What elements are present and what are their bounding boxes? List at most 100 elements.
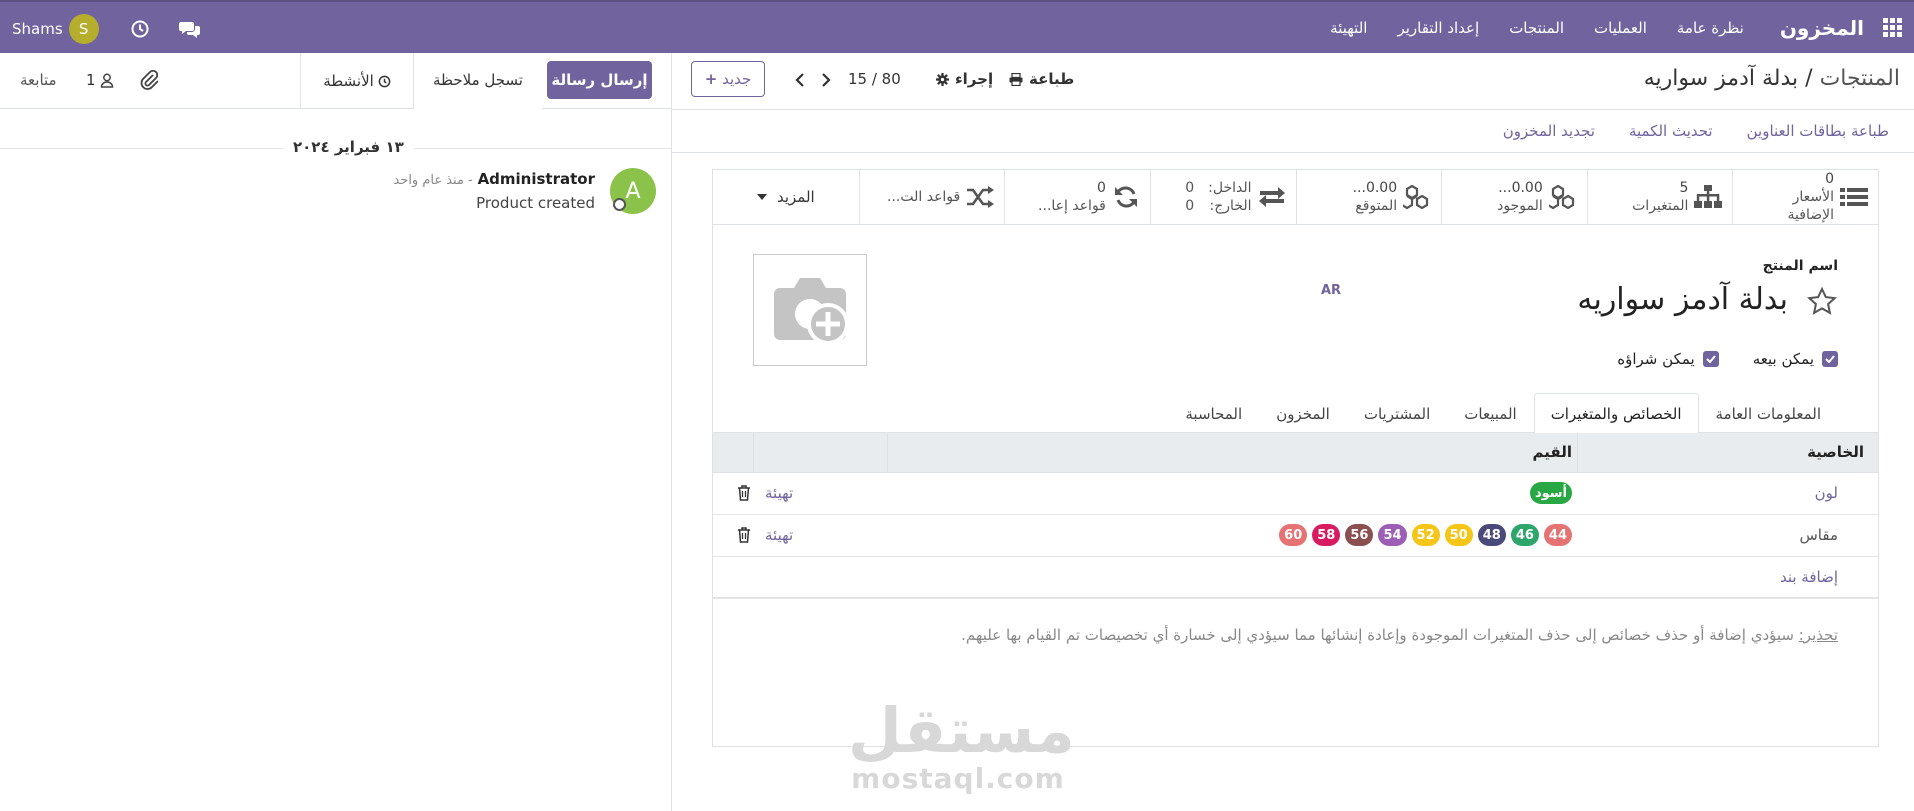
action-button[interactable]: إجراء [936,70,993,88]
warning-prefix: تحذير: [1798,626,1838,644]
user-avatar[interactable]: S [68,14,99,44]
paperclip-icon[interactable] [140,69,158,91]
message-time: - منذ عام واحد [393,173,473,188]
routes-button[interactable]: قواعد الت... [858,170,1005,224]
message-author[interactable]: Administrator [478,170,595,188]
new-label: جديد [722,70,752,88]
replenish-button[interactable]: تجديد المخزون [1503,122,1595,140]
print-label: طباعة [1029,70,1075,88]
menu-overview[interactable]: نظرة عامة [1677,19,1744,37]
attribute-name[interactable]: لون [1815,484,1838,502]
configure-button[interactable]: تهيئة [765,484,793,502]
tab-general-info[interactable]: المعلومات العامة [1699,393,1838,433]
value-tag[interactable]: 48 [1477,524,1506,546]
checkbox-checked-icon [1702,351,1719,367]
apps-grid-icon[interactable] [1882,17,1902,38]
navbar-systray: Shams S [12,14,201,44]
value-tag[interactable]: 52 [1411,524,1440,546]
refresh-icon [1114,186,1137,208]
col-attribute[interactable]: الخاصية [1807,443,1864,461]
table-row[interactable]: مقاس 44 46 48 50 52 54 56 58 60 تهيئة [713,515,1878,557]
star-icon[interactable] [1806,286,1838,318]
menu-reporting[interactable]: إعداد التقارير [1397,19,1479,37]
in-value: 0 [1185,180,1195,196]
translate-button[interactable]: AR [1321,283,1341,298]
trash-icon[interactable] [737,485,751,501]
can-be-purchased-checkbox[interactable]: يمكن شراؤه [1617,350,1719,368]
tab-sales[interactable]: المبيعات [1447,393,1533,433]
reordering-rules-button[interactable]: 0 قواعد إعا... [1004,170,1150,224]
list-icon [1840,188,1868,206]
more-button[interactable]: المزيد [713,170,859,224]
menu-products[interactable]: المنتجات [1509,19,1564,37]
chat-icon[interactable] [178,18,201,40]
on-hand-button[interactable]: 0.00... الموجود [1441,170,1587,224]
tab-inventory[interactable]: المخزون [1259,393,1347,433]
plus-icon: + [704,70,718,88]
watermark-latin: mostaql.com [851,762,1065,795]
can-be-sold-checkbox[interactable]: يمكن بيعه [1753,350,1838,368]
menu-operations[interactable]: العمليات [1594,19,1647,37]
value-tag[interactable]: 46 [1510,524,1539,546]
activities-button[interactable]: الأنشطة [300,53,414,109]
configure-button[interactable]: تهيئة [765,526,793,544]
value-tag[interactable]: 50 [1444,524,1473,546]
value-tag[interactable]: أسود [1529,482,1572,504]
product-name-field[interactable]: بدلة آدمز سواريه [1577,282,1788,317]
forecasted-button[interactable]: 0.00... المتوقع [1295,170,1442,224]
attribute-values: أسود [1529,482,1572,504]
pager-value[interactable]: 15 / 80 [848,70,901,88]
variants-button[interactable]: 5 المتغيرات [1586,170,1733,224]
activities-label: الأنشطة [323,72,374,90]
print-button[interactable]: طباعة [1009,70,1074,88]
caret-down-icon [756,194,767,200]
warning-text: سيؤدي إضافة أو حذف خصائص إلى حذف المتغير… [961,626,1794,644]
chevron-left-icon[interactable] [790,68,810,92]
top-navbar: Shams S المخزون نظرة عامة العمليات المنت… [0,0,1914,53]
chevron-right-icon[interactable] [816,68,836,92]
add-line-row: إضافة بند [713,557,1878,599]
trash-icon[interactable] [737,527,751,543]
message-header: Administrator - منذ عام واحد [393,170,595,188]
value-tag[interactable]: 58 [1312,524,1341,546]
update-quantity-button[interactable]: تحديث الكمية [1629,122,1713,140]
value-tag[interactable]: 44 [1543,524,1572,546]
navbar-menu: المخزون نظرة عامة العمليات المنتجات إعدا… [1300,2,1902,53]
forecasted-value: 0.00... [1352,180,1398,196]
reorder-rules-value: 0 [1096,180,1106,196]
date-separator-label: ١٣ فبراير ٢٠٢٤ [283,138,414,156]
extra-prices-button[interactable]: 0 الأسعار الإضافية [1732,170,1878,224]
new-button[interactable]: + جديد [691,61,765,97]
tab-attributes-variants[interactable]: الخصائص والمتغيرات [1533,393,1699,433]
menu-configuration[interactable]: التهيئة [1330,19,1367,37]
send-message-button[interactable]: إرسال رسالة [547,61,652,99]
tab-purchase[interactable]: المشتريات [1347,393,1447,433]
value-tag[interactable]: 56 [1345,524,1374,546]
table-row[interactable]: لون أسود تهيئة [713,473,1878,515]
in-label: الداخل: [1208,180,1252,196]
breadcrumb-root[interactable]: المنتجات [1820,66,1900,91]
app-title[interactable]: المخزون [1780,16,1864,40]
product-image-upload[interactable] [753,254,867,366]
user-name[interactable]: Shams [12,20,63,38]
value-tag[interactable]: 60 [1279,524,1308,546]
out-label: الخارج: [1209,198,1252,214]
presence-status-icon [613,198,626,211]
variants-label: المتغيرات [1632,198,1689,214]
clock-icon[interactable] [129,18,151,40]
followers-button[interactable]: 1 [86,71,114,89]
print-labels-button[interactable]: طباعة بطاقات العناوين [1747,122,1889,140]
log-note-button[interactable]: تسجل ملاحظة [414,53,542,109]
value-tag[interactable]: 54 [1378,524,1407,546]
breadcrumb-current: بدلة آدمز سواريه [1643,66,1799,91]
on-hand-label: الموجود [1497,198,1543,214]
can-be-purchased-label: يمكن شراؤه [1617,350,1695,368]
in-out-button[interactable]: الداخل: 0 الخارج: 0 [1149,170,1296,224]
col-values[interactable]: القيم [1533,443,1572,461]
pane-divider [671,53,672,811]
add-line-button[interactable]: إضافة بند [1780,568,1838,586]
tab-accounting[interactable]: المحاسبة [1168,393,1259,433]
attribute-name[interactable]: مقاس [1799,526,1838,544]
follow-button[interactable]: متابعة [20,71,57,89]
cubes-icon [1403,185,1429,209]
